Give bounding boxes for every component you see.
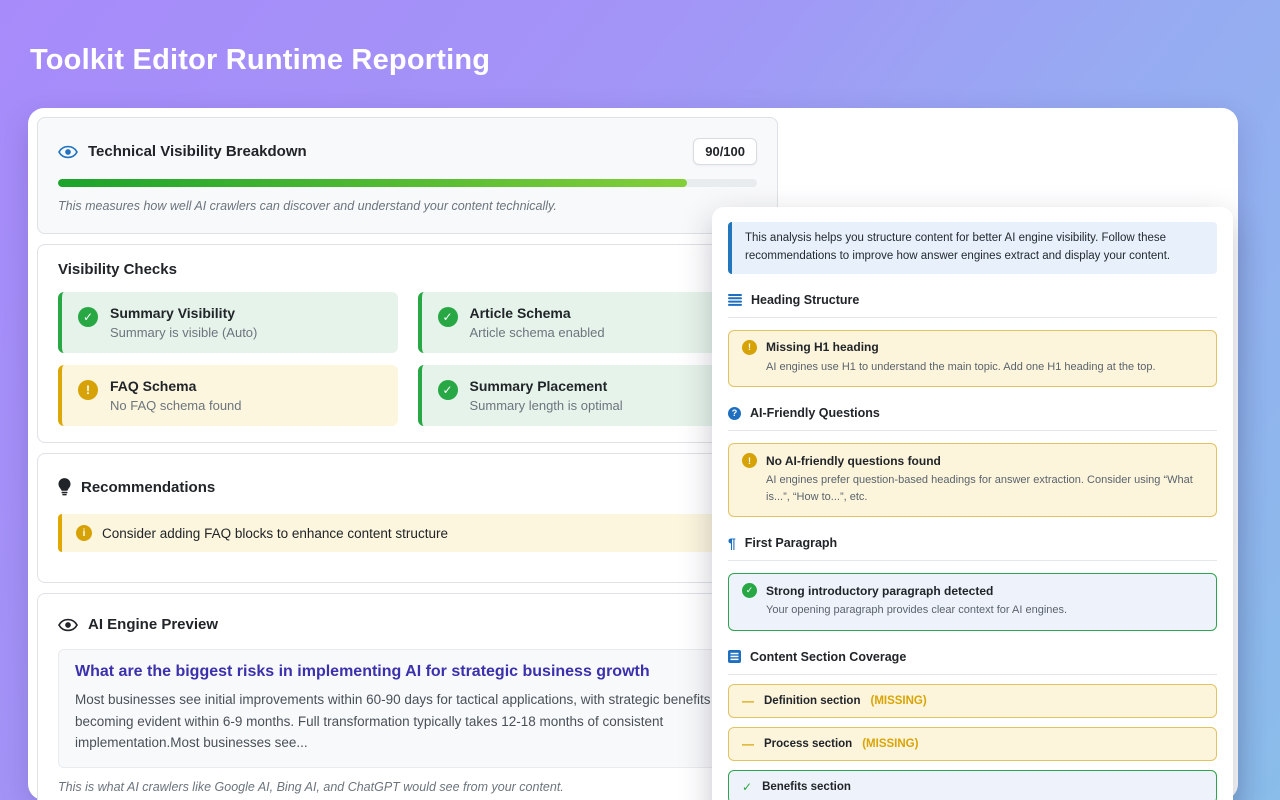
item-description: AI engines use H1 to understand the main… [766, 359, 1203, 376]
recommendations-card: Recommendations i Consider adding FAQ bl… [37, 453, 778, 583]
eye-icon [58, 618, 78, 632]
dash-icon: — [742, 737, 754, 751]
visibility-checks-title: Visibility Checks [58, 261, 757, 278]
recommendations-title: Recommendations [81, 479, 215, 496]
warning-missing-h1: ! Missing H1 heading AI engines use H1 t… [728, 330, 1217, 388]
item-description: Your opening paragraph provides clear co… [766, 602, 1203, 619]
item-title: Missing H1 heading [766, 340, 879, 354]
coverage-row-benefits: ✓ Benefits section [728, 770, 1217, 800]
analysis-intro-note: This analysis helps you structure conten… [728, 222, 1217, 274]
section-title: AI-Friendly Questions [750, 406, 880, 420]
preview-box: What are the biggest risks in implementi… [58, 649, 757, 768]
eye-icon [58, 145, 78, 159]
info-icon: i [76, 525, 92, 541]
preview-body: Most businesses see initial improvements… [75, 689, 740, 754]
check-card-faq-schema: ! FAQ Schema No FAQ schema found [58, 365, 398, 426]
check-title: Summary Visibility [110, 305, 257, 321]
question-icon: ? [728, 407, 741, 420]
check-icon: ✓ [438, 380, 458, 400]
list-icon [728, 650, 741, 663]
ai-engine-preview-card: AI Engine Preview What are the biggest r… [37, 593, 778, 800]
check-card-summary-placement: ✓ Summary Placement Summary length is op… [418, 365, 758, 426]
section-title: Content Section Coverage [750, 650, 906, 664]
check-icon: ✓ [742, 583, 757, 598]
coverage-label: Benefits section [762, 781, 851, 793]
coverage-row-definition: — Definition section (MISSING) [728, 684, 1217, 718]
check-icon: ✓ [78, 307, 98, 327]
coverage-label: Definition section [764, 695, 860, 707]
success-strong-intro: ✓ Strong introductory paragraph detected… [728, 573, 1217, 631]
alert-icon: ! [742, 453, 757, 468]
recommendation-item: i Consider adding FAQ blocks to enhance … [58, 514, 757, 552]
item-description: AI engines prefer question-based heading… [766, 472, 1203, 505]
check-subtitle: Summary is visible (Auto) [110, 325, 257, 340]
breakdown-description: This measures how well AI crawlers can d… [58, 199, 757, 213]
technical-visibility-card: Technical Visibility Breakdown 90/100 Th… [37, 117, 778, 234]
check-title: Article Schema [470, 305, 605, 321]
check-subtitle: Summary length is optimal [470, 398, 623, 413]
section-content-coverage: Content Section Coverage [728, 645, 1217, 675]
check-card-summary-visibility: ✓ Summary Visibility Summary is visible … [58, 292, 398, 353]
check-subtitle: Article schema enabled [470, 325, 605, 340]
check-subtitle: No FAQ schema found [110, 398, 242, 413]
alert-icon: ! [742, 340, 757, 355]
visibility-progress [58, 179, 757, 187]
coverage-row-process: — Process section (MISSING) [728, 727, 1217, 761]
recommendation-text: Consider adding FAQ blocks to enhance co… [102, 526, 448, 541]
breakdown-title: Technical Visibility Breakdown [88, 143, 307, 160]
check-card-article-schema: ✓ Article Schema Article schema enabled [418, 292, 758, 353]
preview-footnote: This is what AI crawlers like Google AI,… [58, 780, 757, 794]
check-icon: ✓ [742, 780, 752, 794]
preview-title: AI Engine Preview [88, 616, 218, 633]
pilcrow-icon: ¶ [728, 536, 736, 550]
checks-grid: ✓ Summary Visibility Summary is visible … [58, 292, 757, 426]
missing-badge: (MISSING) [870, 695, 926, 707]
warning-no-questions: ! No AI-friendly questions found AI engi… [728, 443, 1217, 517]
preview-question: What are the biggest risks in implementi… [75, 663, 740, 681]
item-title: Strong introductory paragraph detected [766, 584, 993, 598]
visibility-progress-fill [58, 179, 687, 187]
lightbulb-icon [58, 478, 71, 496]
section-ai-friendly-questions: ? AI-Friendly Questions [728, 401, 1217, 431]
coverage-label: Process section [764, 738, 852, 750]
missing-badge: (MISSING) [862, 738, 918, 750]
check-title: FAQ Schema [110, 378, 242, 394]
dash-icon: — [742, 694, 754, 708]
check-icon: ✓ [438, 307, 458, 327]
visibility-checks-card: Visibility Checks ✓ Summary Visibility S… [37, 244, 778, 443]
section-first-paragraph: ¶ First Paragraph [728, 531, 1217, 561]
content-structure-overlay: This analysis helps you structure conten… [712, 207, 1233, 800]
page-title: Toolkit Editor Runtime Reporting [30, 44, 490, 77]
lines-icon [728, 294, 742, 306]
score-badge: 90/100 [693, 138, 757, 165]
check-title: Summary Placement [470, 378, 623, 394]
section-title: Heading Structure [751, 293, 859, 307]
item-title: No AI-friendly questions found [766, 454, 941, 468]
alert-icon: ! [78, 380, 98, 400]
section-heading-structure: Heading Structure [728, 288, 1217, 318]
section-title: First Paragraph [745, 536, 837, 550]
